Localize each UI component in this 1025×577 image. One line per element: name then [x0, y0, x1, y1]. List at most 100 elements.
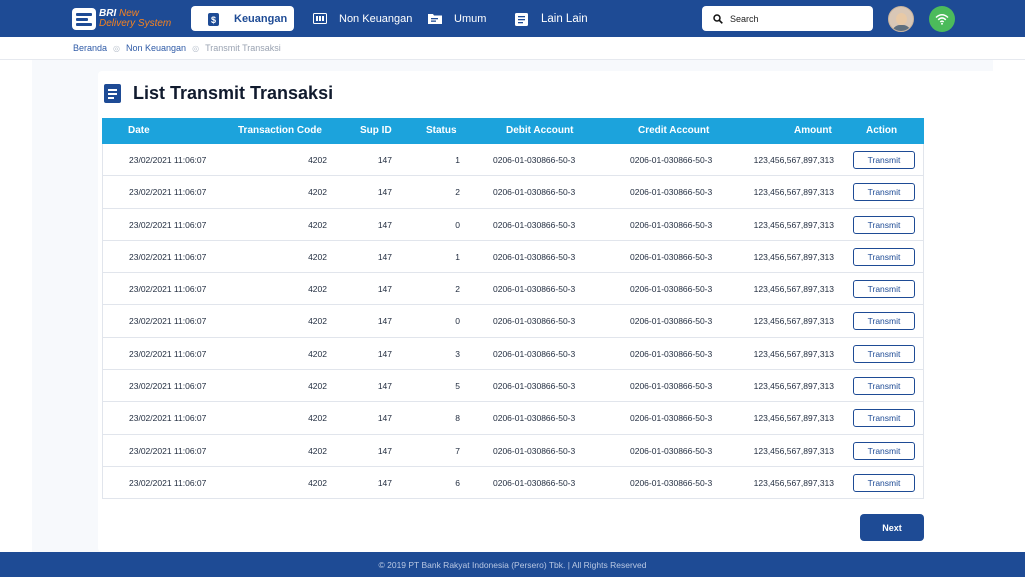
search-input[interactable]: [730, 13, 860, 24]
wifi-icon[interactable]: [929, 6, 955, 32]
cell-amount: 123,456,567,897,313: [753, 155, 834, 165]
page-title-text: List Transmit Transaksi: [133, 83, 334, 103]
cell-sup-id: 147: [377, 445, 392, 456]
logo-subtitle: Delivery System: [99, 18, 172, 29]
cell-amount: 123,456,567,897,313: [753, 348, 834, 359]
column-header-credit-account[interactable]: Credit Account: [638, 125, 709, 136]
cell-debit-account: 0206-01-030866-50-3: [493, 477, 576, 488]
cell-debit-account: 0206-01-030866-50-3: [493, 219, 576, 230]
search-bar[interactable]: [702, 6, 873, 31]
table-row: 23/02/2021 11:06:07 4202 147 1 0206-01-0…: [102, 144, 924, 177]
bri-logo[interactable]: BRI New Delivery System: [72, 6, 176, 32]
svg-text:$: $: [211, 15, 216, 25]
cell-debit-account: 0206-01-030866-50-3: [493, 187, 576, 198]
cell-transaction-code: 4202: [308, 445, 327, 456]
cell-status: 1: [455, 155, 460, 165]
transmit-button[interactable]: Transmit: [853, 215, 915, 234]
logo-icon: [72, 8, 96, 30]
cell-credit-account: 0206-01-030866-50-3: [630, 477, 713, 488]
table-row: 23/02/2021 11:06:07 4202 147 0 0206-01-0…: [102, 305, 924, 338]
cell-date: 23/02/2021 11:06:07: [129, 381, 207, 392]
breadcrumb: Beranda ◎ Non Keuangan ◎ Transmit Transa…: [0, 37, 1025, 60]
cell-debit-account: 0206-01-030866-50-3: [493, 284, 576, 295]
table-row: 23/02/2021 11:06:07 4202 147 5 0206-01-0…: [102, 370, 924, 403]
cell-transaction-code: 4202: [308, 381, 327, 392]
cell-transaction-code: 4202: [308, 155, 327, 165]
cell-transaction-code: 4202: [308, 219, 327, 230]
transmit-button[interactable]: Transmit: [853, 247, 915, 266]
cell-debit-account: 0206-01-030866-50-3: [493, 251, 576, 262]
cell-status: 6: [455, 477, 460, 488]
cell-transaction-code: 4202: [308, 284, 327, 295]
nav-item-keuangan[interactable]: $ Keuangan: [191, 6, 294, 31]
transmit-button[interactable]: Transmit: [853, 441, 915, 460]
cell-amount: 123,456,567,897,313: [753, 445, 834, 456]
cell-sup-id: 147: [377, 219, 392, 230]
cell-amount: 123,456,567,897,313: [753, 381, 834, 392]
cell-status: 5: [455, 381, 460, 392]
user-avatar[interactable]: [888, 6, 914, 32]
cell-amount: 123,456,567,897,313: [753, 316, 834, 327]
list-icon: [104, 84, 121, 103]
breadcrumb-item-current: Transmit Transaksi: [205, 43, 281, 53]
column-header-action: Action: [866, 125, 898, 136]
transmit-button[interactable]: Transmit: [853, 377, 915, 396]
cell-credit-account: 0206-01-030866-50-3: [630, 155, 713, 165]
document-icon: [515, 12, 529, 26]
cell-credit-account: 0206-01-030866-50-3: [630, 219, 713, 230]
logo-text: BRI New Delivery System: [99, 9, 171, 29]
cell-status: 2: [455, 284, 460, 295]
transmit-button[interactable]: Transmit: [853, 473, 915, 492]
cell-transaction-code: 4202: [308, 316, 327, 327]
cell-amount: 123,456,567,897,313: [753, 219, 834, 230]
nav-item-label: Umum: [454, 12, 487, 25]
folder-icon: [428, 13, 442, 25]
cell-amount: 123,456,567,897,313: [753, 413, 834, 424]
transmit-button[interactable]: Transmit: [853, 344, 915, 363]
search-icon: [713, 13, 723, 24]
breadcrumb-separator-icon: ◎: [192, 43, 200, 53]
cell-credit-account: 0206-01-030866-50-3: [630, 316, 713, 327]
cell-sup-id: 147: [377, 316, 392, 327]
nav-item-umum[interactable]: Umum: [428, 6, 486, 31]
cell-status: 7: [455, 445, 460, 456]
cell-amount: 123,456,567,897,313: [753, 284, 834, 295]
cell-sup-id: 147: [377, 284, 392, 295]
footer-copyright: © 2019 PT Bank Rakyat Indonesia (Persero…: [378, 559, 647, 570]
transmit-button[interactable]: Transmit: [853, 409, 915, 428]
transmit-button[interactable]: Transmit: [853, 183, 915, 202]
nav-item-non-keuangan[interactable]: Non Keuangan: [313, 6, 412, 31]
cell-credit-account: 0206-01-030866-50-3: [630, 413, 713, 424]
transmit-button[interactable]: Transmit: [853, 312, 915, 331]
breadcrumb-item-non-keuangan[interactable]: Non Keuangan: [126, 43, 186, 53]
cell-amount: 123,456,567,897,313: [753, 251, 834, 262]
column-header-debit-account[interactable]: Debit Account: [506, 125, 573, 136]
table-header: Date Transaction Code Sup ID Status Debi…: [102, 118, 924, 144]
table-row: 23/02/2021 11:06:07 4202 147 2 0206-01-0…: [102, 273, 924, 306]
next-button[interactable]: Next: [860, 514, 924, 541]
cell-status: 3: [455, 348, 460, 359]
column-header-transaction-code[interactable]: Transaction Code: [238, 125, 322, 136]
transmit-button[interactable]: Transmit: [853, 280, 915, 299]
cell-date: 23/02/2021 11:06:07: [129, 284, 207, 295]
cell-credit-account: 0206-01-030866-50-3: [630, 381, 713, 392]
column-header-status[interactable]: Status: [426, 125, 457, 136]
cell-debit-account: 0206-01-030866-50-3: [493, 348, 576, 359]
page-title: List Transmit Transaksi: [104, 83, 333, 104]
cell-transaction-code: 4202: [308, 187, 327, 198]
cell-credit-account: 0206-01-030866-50-3: [630, 348, 713, 359]
cell-credit-account: 0206-01-030866-50-3: [630, 251, 713, 262]
cell-date: 23/02/2021 11:06:07: [129, 445, 207, 456]
dollar-icon: $: [208, 12, 222, 26]
cell-status: 2: [455, 187, 460, 198]
column-header-date[interactable]: Date: [128, 125, 150, 136]
nav-item-lain-lain[interactable]: Lain Lain: [515, 6, 588, 31]
cell-date: 23/02/2021 11:06:07: [129, 187, 207, 198]
card-icon: [313, 12, 327, 25]
cell-credit-account: 0206-01-030866-50-3: [630, 284, 713, 295]
column-header-sup-id[interactable]: Sup ID: [360, 125, 392, 136]
breadcrumb-item-beranda[interactable]: Beranda: [73, 43, 107, 53]
table-row: 23/02/2021 11:06:07 4202 147 8 0206-01-0…: [102, 402, 924, 435]
column-header-amount[interactable]: Amount: [794, 125, 832, 136]
transmit-button[interactable]: Transmit: [853, 151, 915, 169]
